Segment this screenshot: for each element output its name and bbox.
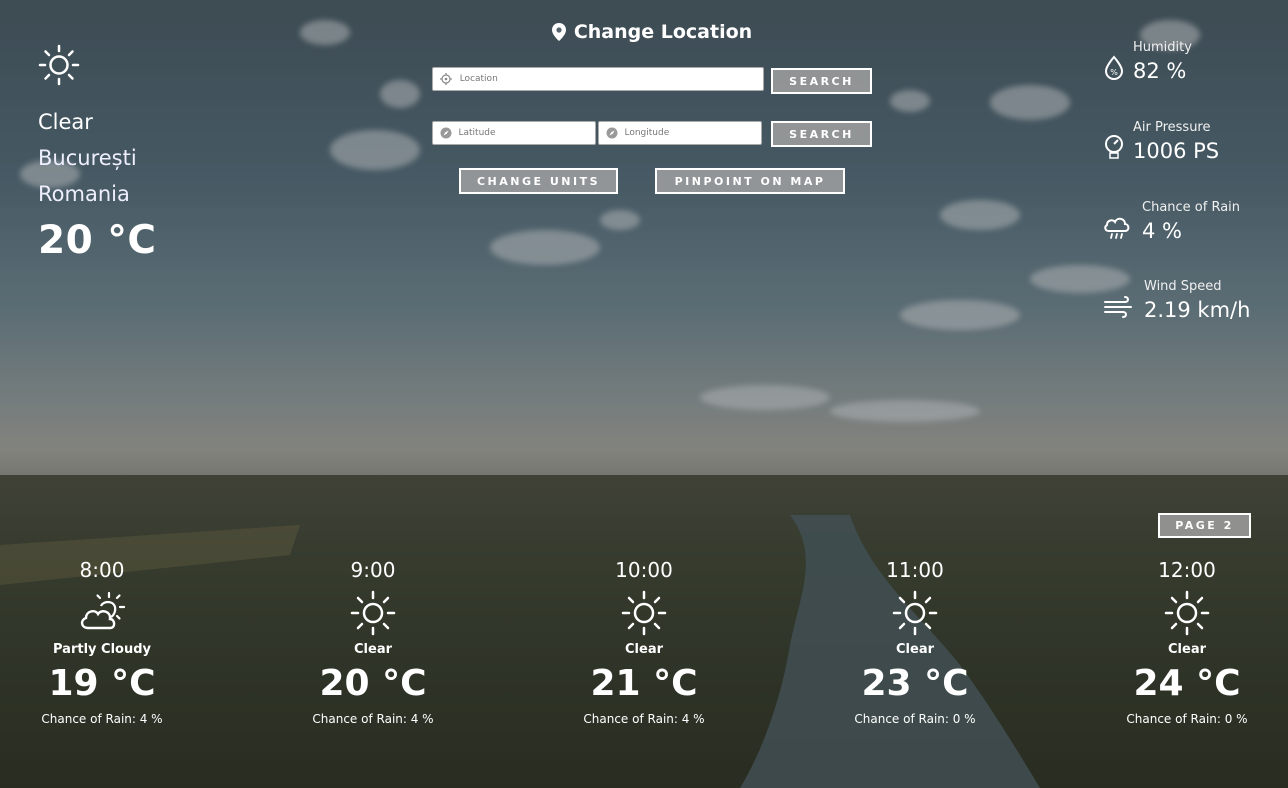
pressure-value: 1006 PS [1133,139,1220,163]
longitude-field[interactable] [598,121,762,145]
hour-time: 12:00 [1158,558,1216,582]
hour-condition: Clear [1168,642,1206,657]
current-temperature: 20 °C [38,218,157,263]
wind-label: Wind Speed [1144,279,1222,294]
rain-stat: Chance of Rain 4 % [1103,200,1240,243]
latitude-input[interactable] [458,128,595,138]
pressure-stat: Air Pressure 1006 PS [1103,120,1219,163]
hour-time: 10:00 [615,558,673,582]
humidity-drop-icon: % [1104,55,1124,80]
rain-label: Chance of Rain [1142,200,1241,215]
hour-rain-chance: Chance of Rain: 0 % [1126,712,1248,726]
hourly-forecast-item: 8:00 Partly Cloudy 19 °C Chance of Rain:… [7,558,197,726]
humidity-value: 82 % [1133,59,1187,83]
change-location-title: Change Location [432,18,872,46]
hour-temperature: 23 °C [861,663,969,704]
hourly-forecast-item: 9:00 Clear 20 °C Chance of Rain: 4 % [278,558,468,726]
hour-temperature: 20 °C [319,663,427,704]
hour-condition: Partly Cloudy [53,642,151,657]
change-location-label: Change Location [573,21,753,43]
latitude-field[interactable] [432,121,596,145]
longitude-input[interactable] [624,128,761,138]
wind-value: 2.19 km/h [1144,298,1251,322]
compass-icon [605,125,618,141]
sun-icon [350,590,396,636]
humidity-label: Humidity [1133,40,1192,55]
crosshair-icon [439,71,454,87]
hour-time: 11:00 [886,558,944,582]
compass-icon [439,125,452,141]
hour-temperature: 19 °C [48,663,156,704]
hour-temperature: 24 °C [1133,663,1241,704]
current-condition: Clear [38,110,93,134]
change-units-button[interactable]: CHANGE UNITS [459,168,618,194]
rain-value: 4 % [1142,219,1182,243]
current-country: Romania [38,182,130,206]
sun-icon [1164,590,1210,636]
hour-rain-chance: Chance of Rain: 4 % [583,712,705,726]
hour-rain-chance: Chance of Rain: 0 % [854,712,976,726]
hour-condition: Clear [354,642,392,657]
current-city: București [38,146,137,170]
hour-time: 9:00 [350,558,396,582]
hour-condition: Clear [896,642,934,657]
wind-icon [1104,296,1132,318]
pressure-gauge-icon [1105,135,1123,159]
sun-icon [621,590,667,636]
sun-icon [38,44,80,86]
hourly-forecast-item: 12:00 Clear 24 °C Chance of Rain: 0 % [1092,558,1282,726]
change-location-panel: Change Location [432,18,872,46]
sun-icon [892,590,938,636]
hour-temperature: 21 °C [590,663,698,704]
location-input[interactable] [459,74,763,84]
search-coordinates-button[interactable]: SEARCH [771,121,872,147]
hourly-forecast-item: 10:00 Clear 21 °C Chance of Rain: 4 % [549,558,739,726]
map-pin-icon [551,23,566,41]
pressure-label: Air Pressure [1133,120,1211,135]
location-field[interactable] [432,67,764,91]
pinpoint-on-map-button[interactable]: PINPOINT ON MAP [655,168,845,194]
current-weather: Clear București Romania 20 °C [38,44,278,263]
hour-condition: Clear [625,642,663,657]
coordinates-row [432,121,762,145]
hourly-forecast-item: 11:00 Clear 23 °C Chance of Rain: 0 % [820,558,1010,726]
hour-rain-chance: Chance of Rain: 4 % [41,712,163,726]
rain-cloud-icon [1104,217,1130,239]
svg-text:%: % [1110,68,1118,77]
search-location-button[interactable]: SEARCH [771,68,872,94]
hour-time: 8:00 [79,558,125,582]
hour-rain-chance: Chance of Rain: 4 % [312,712,434,726]
wind-stat: Wind Speed 2.19 km/h [1103,279,1250,322]
page-2-button[interactable]: PAGE 2 [1158,513,1251,538]
partly-cloudy-icon [80,591,125,630]
location-search-row [432,67,764,91]
humidity-stat: % Humidity 82 % [1103,40,1192,83]
